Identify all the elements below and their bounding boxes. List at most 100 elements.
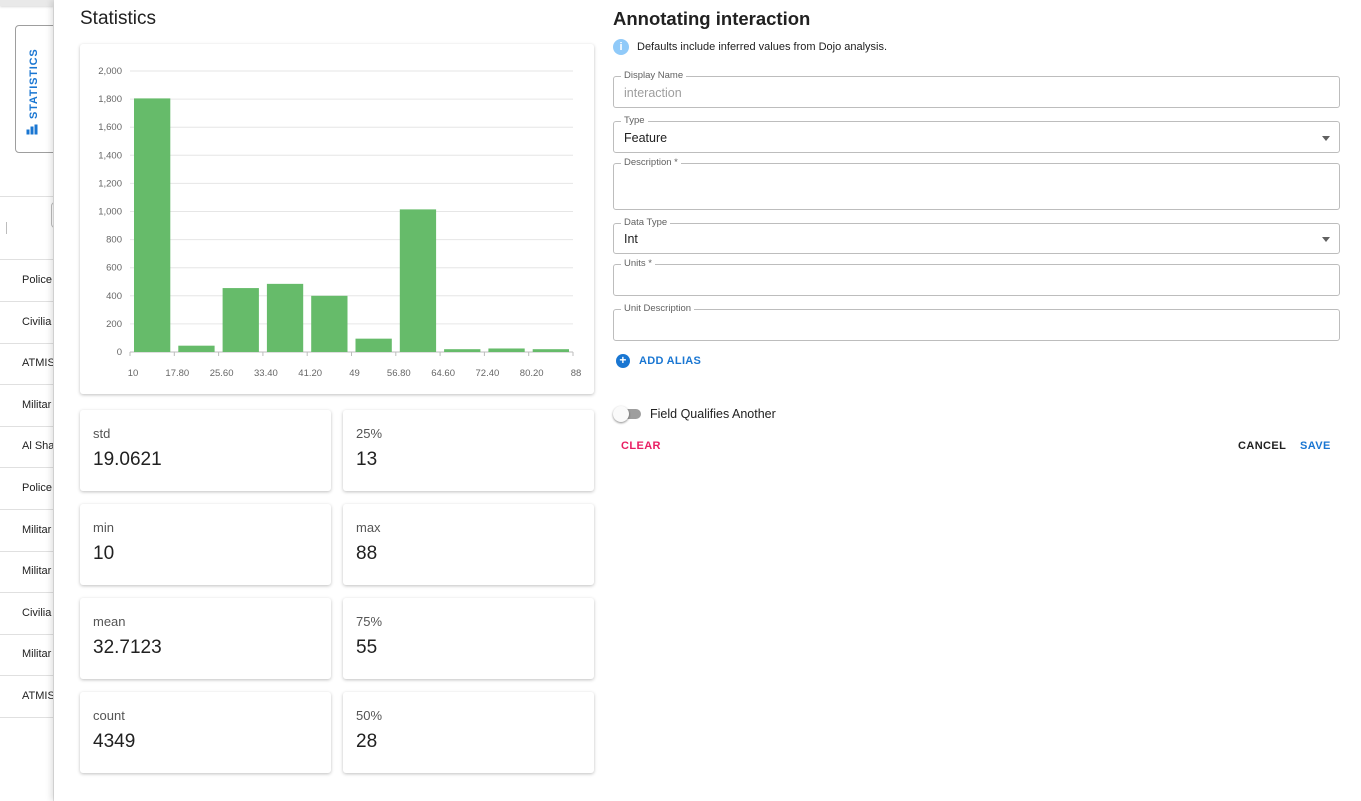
x-tick-label: 41.20	[298, 368, 322, 379]
x-tick-label: 33.40	[254, 368, 278, 379]
background-table-row[interactable]: Police	[0, 260, 53, 302]
qualifies-toggle[interactable]	[613, 406, 641, 422]
stat-label: max	[356, 520, 381, 535]
cancel-button[interactable]: CANCEL	[1238, 440, 1286, 452]
x-tick-label: 49	[349, 368, 360, 379]
stat-value: 19.0621	[93, 449, 162, 470]
stat-label: 50%	[356, 708, 383, 723]
histogram-bar[interactable]	[444, 349, 481, 352]
histogram-bar[interactable]	[266, 283, 304, 352]
type-select[interactable]: Type Feature	[613, 115, 1340, 153]
x-tick-label: 88	[571, 368, 582, 379]
description-field[interactable]: Description *	[613, 157, 1340, 210]
x-tick-label: 17.80	[165, 368, 189, 379]
histogram-bar[interactable]	[355, 338, 392, 352]
info-icon: i	[613, 39, 629, 55]
display-name-field[interactable]: Display Name interaction	[613, 70, 1340, 108]
background-divider	[0, 196, 53, 197]
save-button[interactable]: SAVE	[1300, 440, 1331, 452]
stat-value: 88	[356, 543, 378, 564]
data-type-select[interactable]: Data Type Int	[613, 217, 1340, 254]
stat-card-25: 25% 13	[343, 410, 594, 491]
stat-label: count	[93, 708, 125, 723]
y-tick-label: 0	[117, 347, 122, 358]
x-tick-label: 80.20	[520, 368, 544, 379]
form-title: Annotating interaction	[613, 8, 810, 30]
histogram-bar[interactable]	[134, 98, 171, 353]
chevron-down-icon[interactable]	[1322, 237, 1330, 242]
qualifies-toggle-label: Field Qualifies Another	[650, 407, 776, 421]
x-tick-label: 25.60	[210, 368, 234, 379]
y-tick-label: 200	[106, 319, 122, 330]
y-tick-label: 400	[106, 291, 122, 302]
stat-value: 13	[356, 449, 378, 470]
display-name-value[interactable]: interaction	[624, 86, 682, 100]
histogram-chart: 0 200 400 600 800 1,000 1,200 1,400 1,600 1,800 2,…	[98, 66, 582, 379]
y-tick-label: 1,000	[98, 207, 122, 218]
add-alias-button[interactable]: + ADD ALIAS	[616, 354, 701, 368]
y-tick-label: 1,600	[98, 122, 122, 133]
description-label: Description *	[621, 157, 681, 169]
stat-card-mean: mean 32.7123	[80, 598, 331, 679]
display-name-label: Display Name	[621, 70, 687, 82]
y-tick-label: 1,400	[98, 150, 122, 161]
background-table-row[interactable]: Militar	[0, 634, 53, 677]
histogram-bar[interactable]	[488, 348, 525, 352]
histogram-card: 0 200 400 600 800 1,000 1,200 1,400 1,600 1,800 2,…	[80, 44, 594, 394]
add-alias-label: ADD ALIAS	[639, 355, 702, 367]
units-label: Units *	[621, 258, 655, 270]
stat-card-50: 50% 28	[343, 692, 594, 773]
statistics-tab-text: STATISTICS	[27, 48, 40, 119]
toggle-thumb[interactable]	[613, 406, 629, 422]
type-label: Type	[621, 115, 648, 127]
stat-card-75: 75% 55	[343, 598, 594, 679]
y-tick-label: 600	[106, 263, 122, 274]
background-table-row[interactable]: Civilia	[0, 593, 53, 635]
background-table-row[interactable]: Militar	[0, 551, 53, 594]
background-table-row[interactable]: ATMIS	[0, 343, 53, 386]
background-table-row[interactable]: Militar	[0, 510, 53, 552]
stat-label: 75%	[356, 614, 383, 629]
stat-value: 28	[356, 731, 378, 752]
stat-card-max: max 88	[343, 504, 594, 585]
y-tick-label: 1,200	[98, 178, 122, 189]
unit-description-field[interactable]: Unit Description	[613, 303, 1340, 341]
background-table-row[interactable]: ATMIS	[0, 676, 53, 718]
background-table-row[interactable]: Police	[0, 468, 53, 510]
statistics-tab-label[interactable]: STATISTICS	[26, 48, 40, 135]
histogram-bar[interactable]	[222, 288, 259, 352]
y-tick-label: 1,800	[98, 94, 122, 105]
unit-description-label: Unit Description	[621, 303, 695, 315]
x-tick-label: 64.60	[431, 368, 455, 379]
background-table-row[interactable]: Militar	[0, 385, 53, 427]
stat-value: 4349	[93, 731, 136, 752]
stat-value: 55	[356, 637, 378, 658]
clear-button[interactable]: CLEAR	[621, 440, 661, 452]
units-field[interactable]: Units *	[613, 258, 1340, 296]
background-topbar	[0, 0, 53, 6]
info-row: i Defaults include inferred values from …	[613, 39, 887, 55]
bar-chart-icon	[26, 124, 40, 135]
background-table-row[interactable]: Al Sha	[0, 426, 53, 469]
annotation-drawer: Statistics 0 200 400 600 800 1,000 1,200 1,400 1…	[54, 0, 1361, 801]
stat-card-std: std 19.0621	[80, 410, 331, 491]
histogram-bar[interactable]	[532, 349, 569, 352]
chevron-down-icon[interactable]	[1322, 136, 1330, 141]
statistics-title: Statistics	[80, 8, 157, 29]
background-table-row[interactable]: Civilia	[0, 302, 53, 344]
stat-card-count: count 4349	[80, 692, 331, 773]
stat-label: 25%	[356, 426, 383, 441]
x-tick-label: 72.40	[476, 368, 500, 379]
stat-label: min	[93, 520, 114, 535]
info-text: Defaults include inferred values from Do…	[637, 41, 888, 53]
histogram-bar[interactable]	[399, 209, 437, 352]
histogram-bar[interactable]	[311, 295, 348, 352]
y-tick-label: 800	[106, 235, 122, 246]
background-panel: STATISTICS Police Civilia ATMIS Militar Al S…	[0, 0, 54, 801]
y-tick-label: 2,000	[98, 66, 122, 77]
data-type-value[interactable]: Int	[624, 232, 638, 246]
histogram-bar[interactable]	[178, 345, 215, 352]
type-value[interactable]: Feature	[624, 131, 667, 145]
stat-card-min: min 10	[80, 504, 331, 585]
plus-circle-icon: +	[616, 354, 630, 368]
